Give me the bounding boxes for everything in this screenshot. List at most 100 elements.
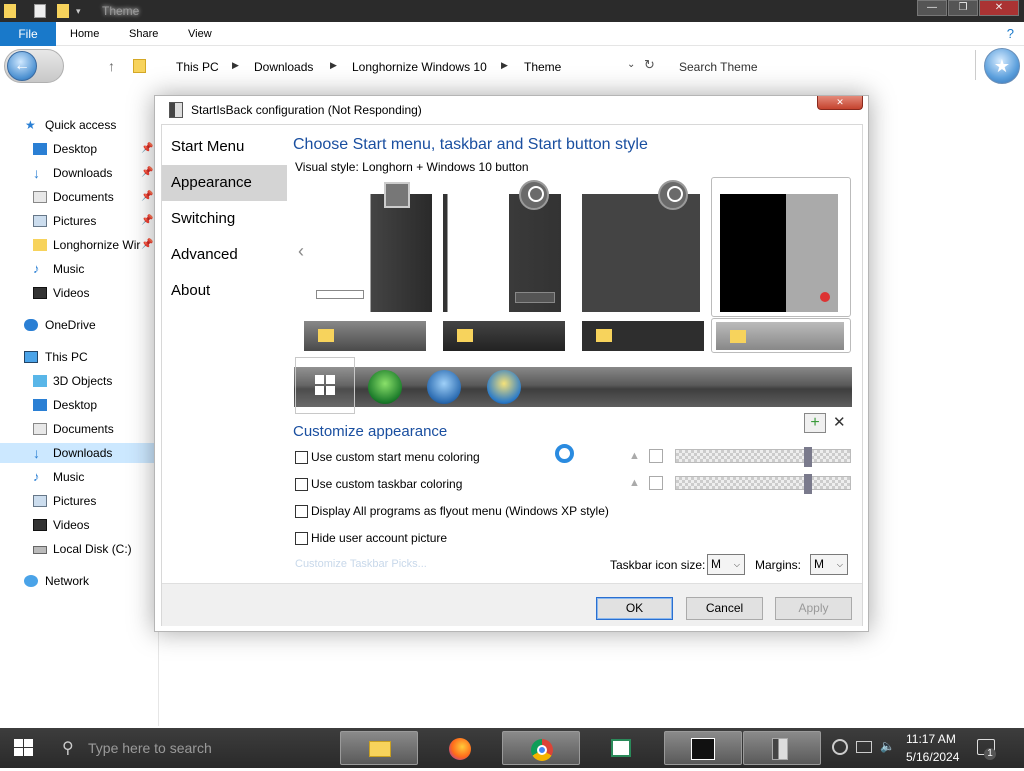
nav-item-music[interactable]: ♪ Music [0,467,156,487]
taskbar-style-4-selected[interactable] [711,318,851,353]
chevron-left-icon[interactable]: ‹ [298,241,304,262]
apply-button[interactable]: Apply [775,597,852,620]
menu-start-menu[interactable]: Start Menu [162,129,287,165]
tab-share[interactable]: Share [129,28,158,40]
nav-this-pc[interactable]: This PC [0,347,156,367]
color-drop-icon[interactable]: ▲ [629,477,640,489]
start-button-vista-orb[interactable] [487,370,521,404]
start-menu-style-4-selected[interactable] [711,177,851,317]
nav-item-local-disk[interactable]: Local Disk (C:) [0,539,156,559]
color-drop-icon[interactable]: ▲ [629,450,640,462]
maximize-button[interactable]: ❐ [948,0,978,16]
nav-item-desktop[interactable]: Desktop [0,395,156,415]
color-swatch-checkbox[interactable] [649,449,663,463]
tray-status-icon[interactable] [832,739,848,755]
dialog-titlebar[interactable]: StartIsBack configuration (Not Respondin… [155,96,868,124]
tab-home[interactable]: Home [70,28,99,40]
nav-item-downloads-selected[interactable]: ↓ Downloads [0,443,156,463]
checkbox[interactable] [295,451,308,464]
visual-style-label: Visual style: Longhorn + Windows 10 butt… [295,160,529,174]
new-folder-icon[interactable] [57,4,69,18]
taskbar-search-input[interactable]: ⚲ Type here to search [52,734,332,762]
nav-item-videos[interactable]: Videos [0,515,156,535]
start-button-win7-orb[interactable] [427,370,461,404]
nav-item-documents[interactable]: Documents [0,419,156,439]
checkbox[interactable] [295,505,308,518]
taskbar-app-monitor[interactable] [583,731,661,765]
start-menu-style-2[interactable] [443,180,561,312]
help-icon[interactable]: ? [1007,26,1014,41]
menu-advanced[interactable]: Advanced [162,237,287,273]
back-button[interactable]: ← [4,49,64,83]
add-icon[interactable]: + [804,413,826,433]
clock-time[interactable]: 11:17 AM [906,732,956,746]
nav-item-desktop[interactable]: Desktop 📌 [0,139,156,159]
up-arrow-icon[interactable]: ↑ [108,58,115,74]
clock-date[interactable]: 5/16/2024 [906,750,959,764]
taskbar-opacity-slider[interactable] [675,474,851,494]
taskbar-style-3[interactable] [582,321,704,351]
network-tray-icon[interactable] [856,741,872,753]
slider-thumb[interactable] [804,447,812,467]
ok-button[interactable]: OK [596,597,673,620]
chevron-right-icon[interactable]: ▶ [501,60,508,71]
taskbar-app-explorer[interactable] [340,731,418,765]
checkbox[interactable] [295,478,308,491]
taskbar-style-1[interactable] [304,321,426,351]
taskbar-app-firefox[interactable] [421,731,499,765]
nav-item-downloads[interactable]: ↓ Downloads 📌 [0,163,156,183]
chevron-right-icon[interactable]: ▶ [232,60,239,71]
taskbar-app-startisback[interactable] [743,731,821,765]
startisback-dialog: StartIsBack configuration (Not Respondin… [154,95,869,632]
close-button[interactable]: ✕ [817,96,863,110]
nav-item-pictures[interactable]: Pictures [0,491,156,511]
minimize-button[interactable]: — [917,0,947,16]
start-button-windows-selected[interactable] [295,357,355,414]
start-menu-opacity-slider[interactable] [675,447,851,467]
tab-file[interactable]: File [0,22,56,46]
breadcrumb-downloads[interactable]: Downloads [254,60,313,74]
customize-taskbar-picks-link[interactable]: Customize Taskbar Picks... [295,558,427,570]
menu-switching[interactable]: Switching [162,201,287,237]
chevron-right-icon[interactable]: ▶ [330,60,337,71]
nav-item-pictures[interactable]: Pictures 📌 [0,211,156,231]
cancel-button[interactable]: Cancel [686,597,763,620]
nav-item-longhornize[interactable]: Longhornize Wir 📌 [0,235,156,255]
menu-about[interactable]: About [162,273,287,309]
notification-count-badge: 1 [984,748,996,760]
close-button[interactable]: ✕ [979,0,1019,16]
properties-icon[interactable] [34,4,46,18]
taskbar-app-chrome[interactable] [502,731,580,765]
slider-thumb[interactable] [804,474,812,494]
favorites-icon[interactable]: ★ [984,48,1020,84]
remove-icon[interactable]: ✕ [833,413,846,431]
taskbar-style-2[interactable] [443,321,565,351]
search-input[interactable]: Search Theme [679,60,758,74]
tab-view[interactable]: View [188,28,212,40]
color-swatch-checkbox[interactable] [649,476,663,490]
menu-appearance[interactable]: Appearance [162,165,287,201]
breadcrumb-theme[interactable]: Theme [524,60,561,74]
taskbar-icon-size-select[interactable]: M ⌵ [707,554,745,575]
start-menu-style-1[interactable] [314,182,432,312]
nav-item-documents[interactable]: Documents 📌 [0,187,156,207]
chevron-down-icon[interactable]: ⌄ [627,59,635,70]
start-button[interactable] [0,728,48,768]
volume-muted-icon[interactable]: 🔈 [880,739,896,755]
refresh-icon[interactable]: ↻ [644,57,655,73]
nav-network[interactable]: Network [0,571,156,591]
start-menu-style-3[interactable] [582,180,700,312]
breadcrumb-this-pc[interactable]: This PC [176,60,219,74]
app-icon [169,102,183,118]
checkbox[interactable] [295,532,308,545]
customize-qat-icon[interactable]: ▾ [76,4,88,18]
start-button-clover-orb[interactable] [368,370,402,404]
nav-quick-access[interactable]: ★ Quick access [0,115,156,135]
nav-item-music[interactable]: ♪ Music [0,259,156,279]
nav-item-3d-objects[interactable]: 3D Objects [0,371,156,391]
nav-item-videos[interactable]: Videos [0,283,156,303]
breadcrumb-longhornize[interactable]: Longhornize Windows 10 [352,60,487,74]
nav-onedrive[interactable]: OneDrive [0,315,156,335]
taskbar-app-longhornize[interactable] [664,731,742,765]
margins-select[interactable]: M ⌵ [810,554,848,575]
